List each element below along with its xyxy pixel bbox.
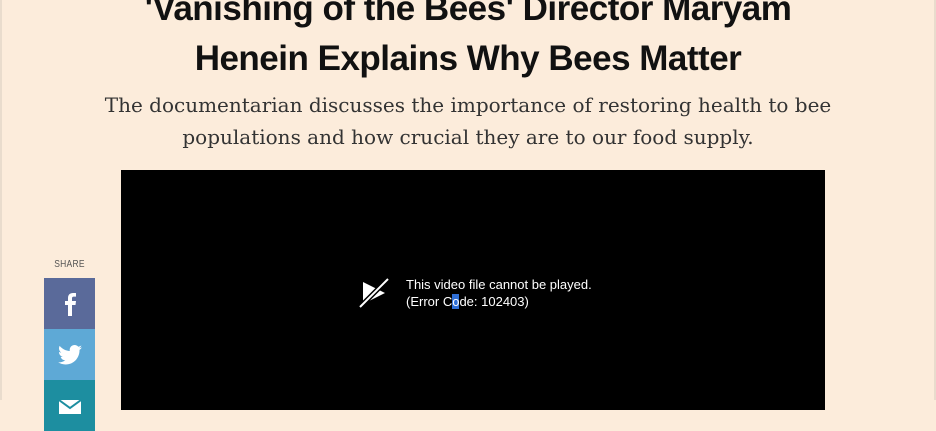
share-twitter-button[interactable] (44, 329, 95, 380)
error-code-suffix: de: 102403) (459, 294, 529, 309)
twitter-icon (57, 344, 82, 364)
article-dek: The documentarian discusses the importan… (0, 89, 936, 153)
article-headline: 'Vanishing of the Bees' Director Maryam … (0, 0, 936, 84)
video-error-code: (Error Code: 102403) (406, 293, 592, 310)
video-error-text: This video file cannot be played. (Error… (406, 276, 592, 310)
broken-play-icon (358, 277, 390, 309)
error-code-prefix: (Error C (406, 294, 453, 309)
headline-line-1: 'Vanishing of the Bees' Director Maryam (144, 0, 792, 28)
facebook-icon (64, 292, 76, 316)
share-facebook-button[interactable] (44, 278, 95, 329)
video-error-message: This video file cannot be played. (406, 277, 592, 292)
dek-line-1: The documentarian discusses the importan… (104, 93, 832, 117)
share-label: SHARE (54, 259, 85, 270)
dek-line-2: populations and how crucial they are to … (182, 125, 754, 149)
share-email-button[interactable] (44, 380, 95, 431)
headline-line-2: Henein Explains Why Bees Matter (194, 39, 742, 78)
video-player[interactable]: This video file cannot be played. (Error… (121, 170, 825, 410)
